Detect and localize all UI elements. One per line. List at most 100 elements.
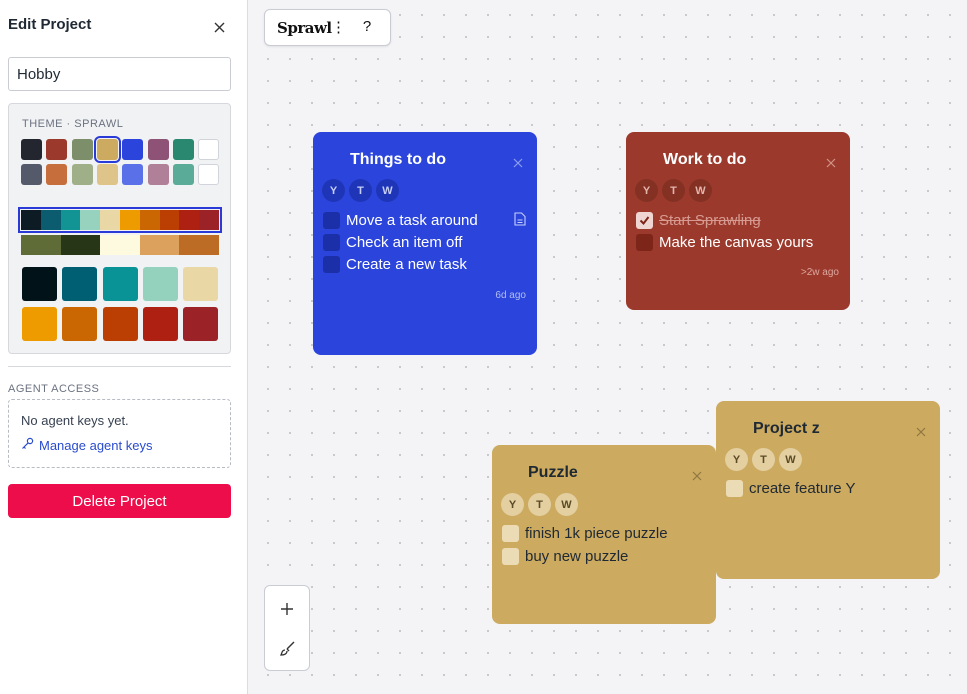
task-label: Move a task around: [346, 212, 478, 229]
task-label: buy new puzzle: [525, 548, 629, 565]
color-swatch[interactable]: [21, 164, 42, 185]
palette-color: [100, 210, 120, 230]
manage-agent-keys-link[interactable]: Manage agent keys: [21, 437, 152, 453]
color-swatch[interactable]: [21, 139, 42, 160]
plus-icon[interactable]: [276, 598, 298, 620]
color-swatch[interactable]: [147, 139, 169, 160]
more-menu-icon[interactable]: ⋮: [331, 18, 346, 38]
palette-swatch[interactable]: [183, 307, 219, 341]
close-icon[interactable]: [210, 18, 228, 36]
palette-swatch[interactable]: [102, 267, 138, 301]
member-avatar[interactable]: Y: [725, 448, 748, 471]
task-item[interactable]: Move a task around: [323, 212, 478, 229]
member-avatar[interactable]: T: [528, 493, 551, 516]
close-icon[interactable]: [826, 155, 838, 168]
task-label: Create a new task: [346, 256, 467, 273]
task-checkbox[interactable]: [323, 234, 340, 251]
manage-agent-keys-label: Manage agent keys: [39, 437, 153, 453]
color-swatch[interactable]: [172, 139, 194, 160]
palette-swatch[interactable]: [62, 267, 98, 301]
member-avatar[interactable]: W: [555, 493, 578, 516]
panel-title: Edit Project: [8, 16, 92, 33]
task-item[interactable]: create feature Y: [726, 480, 855, 497]
palette-option-earth[interactable]: [21, 235, 219, 255]
palette-color: [80, 210, 101, 230]
task-label: Start Sprawling: [659, 212, 761, 229]
close-icon[interactable]: [916, 424, 928, 437]
task-checkbox[interactable]: [502, 548, 519, 565]
help-icon[interactable]: ?: [359, 18, 375, 38]
canvas-tools: [264, 585, 310, 671]
color-swatch[interactable]: [93, 136, 121, 163]
palette-swatch[interactable]: [22, 307, 57, 341]
brand-logo: Sprawl: [277, 19, 332, 37]
top-toolbar: Sprawl ⋮ ?: [264, 9, 391, 46]
palette-swatch[interactable]: [142, 307, 178, 341]
member-avatar[interactable]: W: [376, 179, 399, 202]
task-item[interactable]: Create a new task: [323, 256, 467, 273]
agent-access-box: No agent keys yet. Manage agent keys: [8, 399, 231, 468]
task-checkbox[interactable]: [323, 256, 340, 273]
task-checkbox[interactable]: [636, 234, 653, 251]
project-card-project-z[interactable]: Project z YTW create feature Y: [716, 401, 940, 579]
project-card-work-to-do[interactable]: Work to do YTW Start Sprawling Make the c…: [626, 132, 850, 310]
color-swatch[interactable]: [122, 164, 144, 185]
document-icon[interactable]: [514, 212, 526, 226]
task-item[interactable]: buy new puzzle: [502, 548, 628, 565]
member-avatar[interactable]: Y: [501, 493, 524, 516]
palette-option-sprawl[interactable]: [18, 207, 222, 233]
check-icon: [639, 216, 650, 226]
task-label: Make the canvas yours: [659, 234, 814, 251]
card-title: Work to do: [663, 151, 747, 168]
color-swatch[interactable]: [46, 164, 68, 185]
card-timestamp: 6d ago: [495, 290, 526, 301]
palette-swatch[interactable]: [22, 267, 57, 301]
card-avatars: YTW: [501, 493, 578, 516]
member-avatar[interactable]: T: [349, 179, 372, 202]
card-title: Things to do: [350, 151, 446, 168]
close-icon[interactable]: [692, 468, 704, 481]
edit-project-panel: Edit Project THEME · SPRAWL AGENT ACCESS…: [0, 0, 248, 694]
card-avatars: YTW: [322, 179, 399, 202]
palette-swatch[interactable]: [142, 267, 178, 301]
palette-color: [40, 210, 61, 230]
color-swatch[interactable]: [96, 164, 118, 185]
palette-color: [60, 235, 101, 255]
agent-access-label: AGENT ACCESS: [8, 383, 100, 395]
task-checkbox[interactable]: [323, 212, 340, 229]
task-item[interactable]: Start Sprawling: [636, 212, 761, 229]
color-swatch[interactable]: [172, 164, 194, 185]
member-avatar[interactable]: T: [662, 179, 685, 202]
close-icon[interactable]: [513, 155, 525, 168]
palette-swatch[interactable]: [183, 267, 219, 301]
palette-swatch[interactable]: [102, 307, 138, 341]
member-avatar[interactable]: W: [689, 179, 712, 202]
task-checkbox[interactable]: [502, 525, 519, 542]
brush-icon[interactable]: [276, 637, 298, 659]
task-item[interactable]: Make the canvas yours: [636, 234, 813, 251]
task-item[interactable]: Check an item off: [323, 234, 462, 251]
color-swatch[interactable]: [198, 164, 220, 185]
color-swatch[interactable]: [198, 139, 220, 160]
member-avatar[interactable]: W: [779, 448, 802, 471]
task-item[interactable]: finish 1k piece puzzle: [502, 525, 668, 542]
divider: [8, 366, 231, 367]
member-avatar[interactable]: Y: [635, 179, 658, 202]
member-avatar[interactable]: Y: [322, 179, 345, 202]
task-checkbox[interactable]: [726, 480, 743, 497]
project-card-things-to-do[interactable]: Things to do YTW Move a task around Check…: [313, 132, 537, 355]
agent-empty-text: No agent keys yet.: [21, 413, 129, 428]
delete-project-button[interactable]: Delete Project: [8, 484, 231, 518]
color-swatch[interactable]: [122, 139, 144, 160]
palette-swatch[interactable]: [62, 307, 98, 341]
card-title: Puzzle: [528, 464, 578, 481]
project-name-input[interactable]: [8, 57, 231, 91]
project-card-puzzle[interactable]: Puzzle YTW finish 1k piece puzzle buy new…: [492, 445, 716, 624]
color-swatch[interactable]: [71, 164, 93, 185]
color-swatch[interactable]: [147, 164, 169, 185]
member-avatar[interactable]: T: [752, 448, 775, 471]
color-swatch[interactable]: [46, 139, 68, 160]
color-swatch[interactable]: [71, 139, 93, 160]
task-checkbox[interactable]: [636, 212, 653, 229]
card-avatars: YTW: [725, 448, 802, 471]
